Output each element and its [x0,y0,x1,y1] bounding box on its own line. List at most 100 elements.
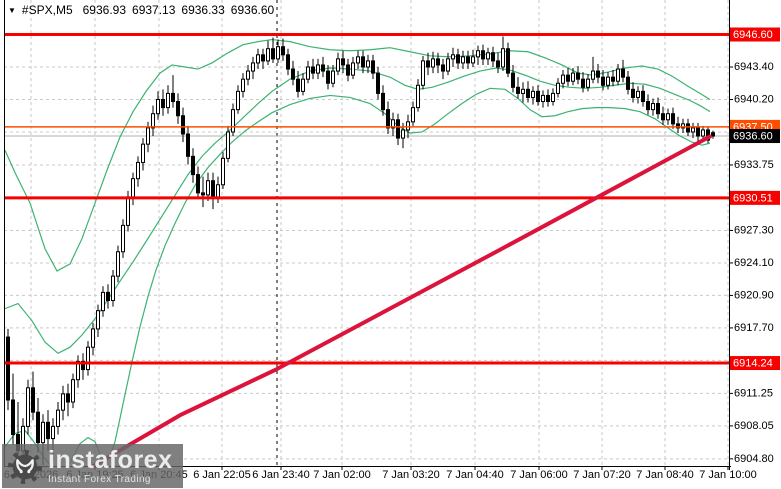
candle-body [491,52,495,62]
candle-body [431,58,435,68]
candle-body [426,60,430,68]
candle-body [221,157,225,186]
candle-body [91,328,95,348]
candle-body [246,70,250,80]
candle-body [61,393,65,411]
candle-body [186,133,190,157]
candle-body [121,224,125,253]
candle-body [346,64,350,76]
candle-body [146,127,150,145]
candle-body [656,103,660,115]
candle-body [421,60,425,86]
quote-low: 6936.33 [181,3,225,17]
candle-body [136,161,140,180]
chart-title-bar: ▼ #SPX,M5 6936.93 6937.13 6936.33 6936.6… [8,3,280,17]
candle-body [366,60,370,68]
resistance-price-badge-label: 6946.60 [733,29,773,41]
candle-body [561,74,565,84]
candle-body [596,70,600,78]
candle-body [616,68,620,82]
instaforex-watermark: instaforex Instant Forex Trading [2,444,183,488]
price-tick-label: 6927.30 [734,224,774,236]
candle-body [6,336,10,401]
candle-body [456,54,460,64]
candle-body [521,88,525,94]
support-price-badge-label: 6930.51 [733,192,773,204]
candle-body [241,78,245,92]
candle-body [46,421,50,440]
candle-body [411,107,415,123]
quote-high: 6937.13 [132,3,176,17]
candle-body [231,109,235,133]
candle-body [41,421,45,444]
time-tick-label: 6 Jan 22:05 [193,469,251,481]
candle-body [211,180,215,198]
time-tick-label: 7 Jan 06:00 [510,469,568,481]
candle-body [26,387,30,427]
candle-body [586,78,590,88]
candle-body [636,90,640,98]
candle-body [691,127,695,133]
symbol-timeframe-label: #SPX,M5 [21,3,73,17]
price-tick-label: 6917.70 [734,322,774,334]
quote-open: 6936.93 [82,3,127,17]
candle-body [541,94,545,103]
candle-body [481,50,485,60]
candle-body [261,54,265,62]
candle-body [141,143,145,163]
candle-body [546,94,550,103]
candle-body [536,90,540,103]
price-tick-label: 6908.05 [734,420,774,432]
candle-body [461,56,465,64]
candle-body [301,78,305,92]
candle-body [336,58,340,72]
candle-body [506,48,510,74]
candle-body [611,76,615,82]
candle-body [696,127,700,137]
candle-body [661,113,665,121]
price-tick-label: 6904.80 [734,453,774,465]
candle-body [111,275,115,302]
candle-body [116,251,120,277]
candle-body [201,192,205,196]
candle-body [181,115,185,135]
price-tick-label: 6933.75 [734,159,774,171]
price-chart-canvas[interactable]: 6943.40 6940.20 6933.75 6927.30 6924.10 6920.… [0,0,781,489]
candle-body [206,180,210,196]
candle-body [451,54,455,60]
price-tick-label: 6920.90 [734,289,774,301]
candle-body [711,132,715,137]
candle-body [501,48,505,68]
candle-body [571,72,575,82]
candle-body [576,72,580,80]
price-tick-label: 6924.10 [734,257,774,269]
time-tick-label: 7 Jan 10:00 [699,469,757,481]
candle-body [156,98,160,115]
candle-body [191,155,195,176]
candle-body [531,90,535,98]
time-tick-label: 7 Jan 03:20 [382,469,440,481]
candle-body [331,70,335,84]
candle-body [306,66,310,80]
candle-body [196,174,200,194]
candle-body [356,56,360,64]
candle-body [256,54,260,64]
symbol-dropdown-icon[interactable]: ▼ [8,6,16,15]
candle-body [556,82,560,94]
candle-body [66,393,70,403]
candle-body [436,58,440,66]
candle-body [321,64,325,72]
candle-body [351,62,355,76]
candle-body [36,411,40,444]
price-tick-label: 6940.20 [734,93,774,105]
candle-body [151,113,155,129]
price-tick-label: 6911.25 [734,387,773,399]
candle-body [641,90,645,103]
candle-body [396,119,400,139]
candle-body [376,72,380,94]
candle-body [386,109,390,129]
candle-body [96,310,100,330]
candle-body [406,121,410,131]
instaforex-logo-gear-icon [7,449,43,485]
candle-body [51,425,55,440]
